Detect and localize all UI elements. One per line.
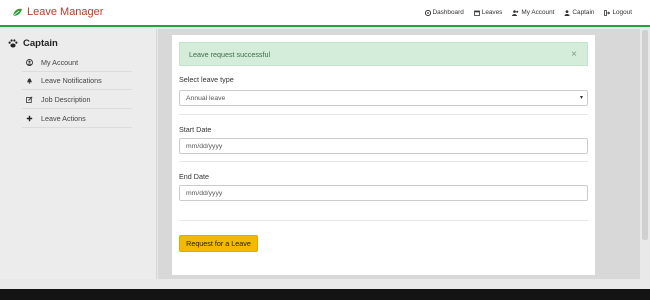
user-group-icon [512, 9, 519, 16]
sidebar-item-label: My Account [41, 58, 79, 67]
nav-my-account[interactable]: My Account [512, 9, 554, 16]
calendar-icon [473, 10, 480, 16]
nav-logout[interactable]: Logout [604, 9, 632, 16]
brand-logo[interactable]: Leave Manager [12, 6, 103, 18]
user-circle-icon [22, 59, 36, 66]
divider [179, 161, 588, 162]
request-leave-button[interactable]: Request for a Leave [179, 235, 258, 252]
leave-request-card: Leave request successful × Select leave … [172, 35, 595, 275]
sidebar-title: Captain [8, 38, 58, 49]
sidebar-item-label: Leave Notifications [41, 76, 102, 85]
nav-menu: Dashboard Leaves My Account Captain Logo… [415, 9, 632, 16]
end-date-placeholder: mm/dd/yyyy [186, 189, 223, 197]
success-alert: Leave request successful × [179, 42, 588, 66]
leave-type-select[interactable]: Annual leave ▾ [179, 90, 588, 106]
plus-icon [22, 115, 36, 122]
end-date-label: End Date [179, 172, 209, 181]
leave-type-value: Annual leave [186, 94, 226, 102]
sidebar-item-my-account[interactable]: My Account [22, 54, 132, 72]
paw-icon [8, 39, 18, 48]
brand-title: Leave Manager [27, 6, 104, 18]
nav-captain[interactable]: Captain [564, 9, 594, 16]
close-icon[interactable]: × [571, 49, 577, 60]
footer-bar [0, 289, 650, 300]
sidebar-item-label: Leave Actions [41, 114, 86, 123]
sidebar-item-leave-actions[interactable]: Leave Actions [22, 110, 132, 128]
start-date-input[interactable]: mm/dd/yyyy [179, 138, 588, 154]
divider [179, 114, 588, 115]
nav-dashboard[interactable]: Dashboard [424, 9, 464, 16]
alert-message: Leave request successful [189, 49, 271, 59]
sidebar-item-job-description[interactable]: Job Description [22, 91, 132, 109]
sidebar-item-leave-notifications[interactable]: Leave Notifications [22, 72, 132, 90]
bell-icon [22, 77, 36, 84]
divider [179, 220, 588, 221]
sidebar: Captain My Account Leave Notifications J… [0, 29, 157, 279]
leaf-icon [12, 8, 22, 16]
main-content: Leave request successful × Select leave … [158, 29, 640, 279]
top-navbar: Leave Manager Dashboard Leaves My Accoun… [0, 0, 650, 27]
leave-type-label: Select leave type [179, 75, 234, 84]
logout-icon [604, 9, 611, 16]
scrollbar-thumb[interactable] [642, 30, 648, 240]
end-date-input[interactable]: mm/dd/yyyy [179, 185, 588, 201]
dashboard-icon [424, 9, 431, 16]
start-date-label: Start Date [179, 125, 212, 134]
start-date-placeholder: mm/dd/yyyy [186, 142, 223, 150]
nav-leaves[interactable]: Leaves [473, 9, 502, 16]
edit-icon [22, 96, 36, 103]
caret-down-icon: ▾ [579, 95, 583, 101]
user-icon [564, 9, 570, 16]
sidebar-item-label: Job Description [41, 95, 91, 104]
